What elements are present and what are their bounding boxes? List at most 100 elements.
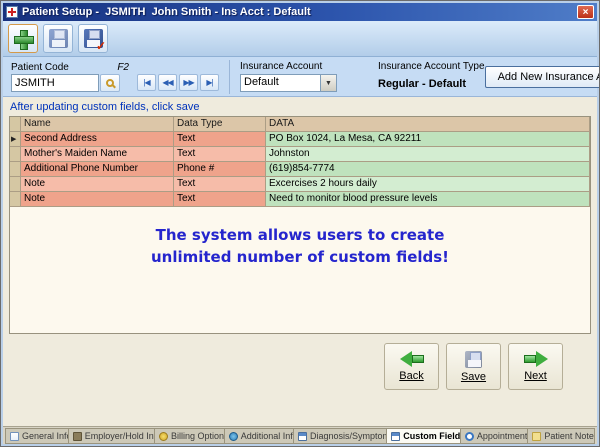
next-button[interactable]: Next — [508, 343, 563, 390]
save-button[interactable]: Save — [446, 343, 501, 390]
back-button[interactable]: Back — [384, 343, 439, 390]
cell-data[interactable]: (619)854-7774 — [266, 162, 590, 177]
cell-name[interactable]: Second Address — [21, 132, 174, 147]
tab-label: Billing Options — [171, 431, 225, 441]
coins-icon — [159, 432, 168, 441]
save-icon — [49, 29, 68, 48]
note-icon — [532, 432, 541, 441]
tab-appointments[interactable]: Appointments — [460, 428, 529, 444]
tab-employer-hold-info[interactable]: Employer/Hold Info — [68, 428, 155, 444]
info-icon — [229, 432, 238, 441]
tab-diagnosis-symptoms[interactable]: Diagnosis/Symptoms — [293, 428, 387, 444]
promo-message-line1: The system allows users to create — [10, 225, 590, 247]
titlebar: Patient Setup - JSMITH John Smith - Ins … — [3, 3, 597, 21]
grid-selector-header — [10, 117, 21, 132]
tab-label: Additional Info — [241, 431, 294, 441]
cell-data[interactable]: Need to monitor blood pressure levels — [266, 192, 590, 207]
add-patient-button[interactable] — [8, 24, 38, 53]
briefcase-icon — [73, 432, 82, 441]
cell-datatype[interactable]: Phone # — [174, 162, 266, 177]
insurance-account-group: Insurance Account Default ▼ — [240, 61, 350, 92]
grid-header-data: DATA — [266, 117, 590, 132]
promo-message: The system allows users to create unlimi… — [10, 225, 590, 269]
grid-header-datatype: Data Type — [174, 117, 266, 132]
patient-code-group: Patient Code F2 — [11, 62, 129, 92]
promo-message-line2: unlimited number of custom fields! — [10, 247, 590, 269]
bottom-tabstrip: General Info Employer/Hold Info Billing … — [3, 426, 597, 444]
row-selector[interactable] — [10, 162, 21, 177]
back-arrow-icon — [399, 351, 425, 367]
check-icon: ✓ — [96, 39, 106, 53]
tab-additional-info[interactable]: Additional Info — [224, 428, 294, 444]
previous-record-button[interactable]: ◀◀ — [158, 74, 177, 91]
cell-data[interactable]: Johnston — [266, 147, 590, 162]
tab-custom-fields[interactable]: Custom Fields — [386, 428, 461, 444]
tab-billing-options[interactable]: Billing Options — [154, 428, 225, 444]
insurance-account-label: Insurance Account — [240, 61, 350, 72]
divider — [229, 60, 230, 94]
window-title: Patient Setup - JSMITH John Smith - Ins … — [22, 6, 577, 18]
add-insurance-button[interactable]: Add New Insurance Acct — [485, 66, 600, 88]
save-button-label: Save — [461, 371, 486, 383]
magnifier-icon — [106, 79, 114, 87]
cell-name[interactable]: Additional Phone Number — [21, 162, 174, 177]
cell-datatype[interactable]: Text — [174, 192, 266, 207]
row-selector[interactable] — [10, 177, 21, 192]
row-selector[interactable] — [10, 192, 21, 207]
content-area: After updating custom fields, click save… — [3, 97, 597, 426]
main-toolbar: ✓ — [3, 21, 597, 57]
last-record-button[interactable]: ▶| — [200, 74, 219, 91]
next-arrow-icon — [523, 351, 549, 367]
insurance-account-value: Default — [241, 75, 320, 91]
patient-setup-window: Patient Setup - JSMITH John Smith - Ins … — [0, 0, 600, 447]
patient-code-input[interactable] — [11, 74, 99, 92]
plus-icon — [13, 29, 33, 49]
record-navigator: |◀ ◀◀ ▶▶ ▶| — [137, 74, 219, 91]
next-button-label: Next — [524, 370, 547, 382]
grid-icon — [391, 432, 400, 441]
insurance-type-label: Insurance Account Type — [378, 61, 485, 72]
cell-name[interactable]: Mother's Maiden Name — [21, 147, 174, 162]
grid-header-name: Name — [21, 117, 174, 132]
cell-name[interactable]: Note — [21, 177, 174, 192]
tab-label: Patient Notes — [544, 431, 595, 441]
next-record-button[interactable]: ▶▶ — [179, 74, 198, 91]
chevron-down-icon[interactable]: ▼ — [320, 75, 336, 91]
f2-shortcut-label: F2 — [117, 62, 129, 73]
tab-label: Appointments — [477, 431, 529, 441]
tab-patient-notes[interactable]: Patient Notes — [527, 428, 595, 444]
table-icon — [298, 432, 307, 441]
close-button[interactable]: × — [577, 5, 594, 19]
patient-code-label: Patient Code — [11, 62, 69, 73]
fieldbar: Patient Code F2 |◀ ◀◀ ▶▶ ▶| Insurance Ac… — [3, 57, 597, 97]
back-button-label: Back — [399, 370, 423, 382]
cell-datatype[interactable]: Text — [174, 147, 266, 162]
save-toolbar-button[interactable] — [43, 24, 73, 53]
insurance-type-value: Regular - Default — [378, 78, 466, 90]
save-exit-button[interactable]: ✓ — [78, 24, 108, 53]
tab-label: Custom Fields — [403, 431, 461, 441]
custom-fields-grid: Name Data Type DATA ▶ Second Address Tex… — [9, 116, 591, 334]
clock-icon — [465, 432, 474, 441]
insurance-type-group: Insurance Account Type Regular - Default — [378, 61, 485, 92]
tab-label: General Info — [22, 431, 69, 441]
cell-datatype[interactable]: Text — [174, 132, 266, 147]
form-nav-buttons: Back Save Next — [384, 343, 597, 390]
first-record-button[interactable]: |◀ — [137, 74, 156, 91]
app-icon — [6, 6, 18, 18]
cell-data[interactable]: PO Box 1024, La Mesa, CA 92211 — [266, 132, 590, 147]
save-disk-icon — [465, 351, 482, 368]
tab-general-info[interactable]: General Info — [5, 428, 69, 444]
cell-data[interactable]: Excercises 2 hours daily — [266, 177, 590, 192]
row-selector[interactable] — [10, 147, 21, 162]
tab-label: Diagnosis/Symptoms — [310, 431, 387, 441]
form-icon — [10, 432, 19, 441]
row-selector[interactable]: ▶ — [10, 132, 21, 147]
tab-label: Employer/Hold Info — [85, 431, 155, 441]
row-marker-icon: ▶ — [11, 136, 16, 143]
cell-name[interactable]: Note — [21, 192, 174, 207]
cell-datatype[interactable]: Text — [174, 177, 266, 192]
patient-search-button[interactable] — [100, 74, 120, 92]
notice-text: After updating custom fields, click save — [3, 97, 597, 116]
insurance-account-select[interactable]: Default ▼ — [240, 74, 337, 92]
